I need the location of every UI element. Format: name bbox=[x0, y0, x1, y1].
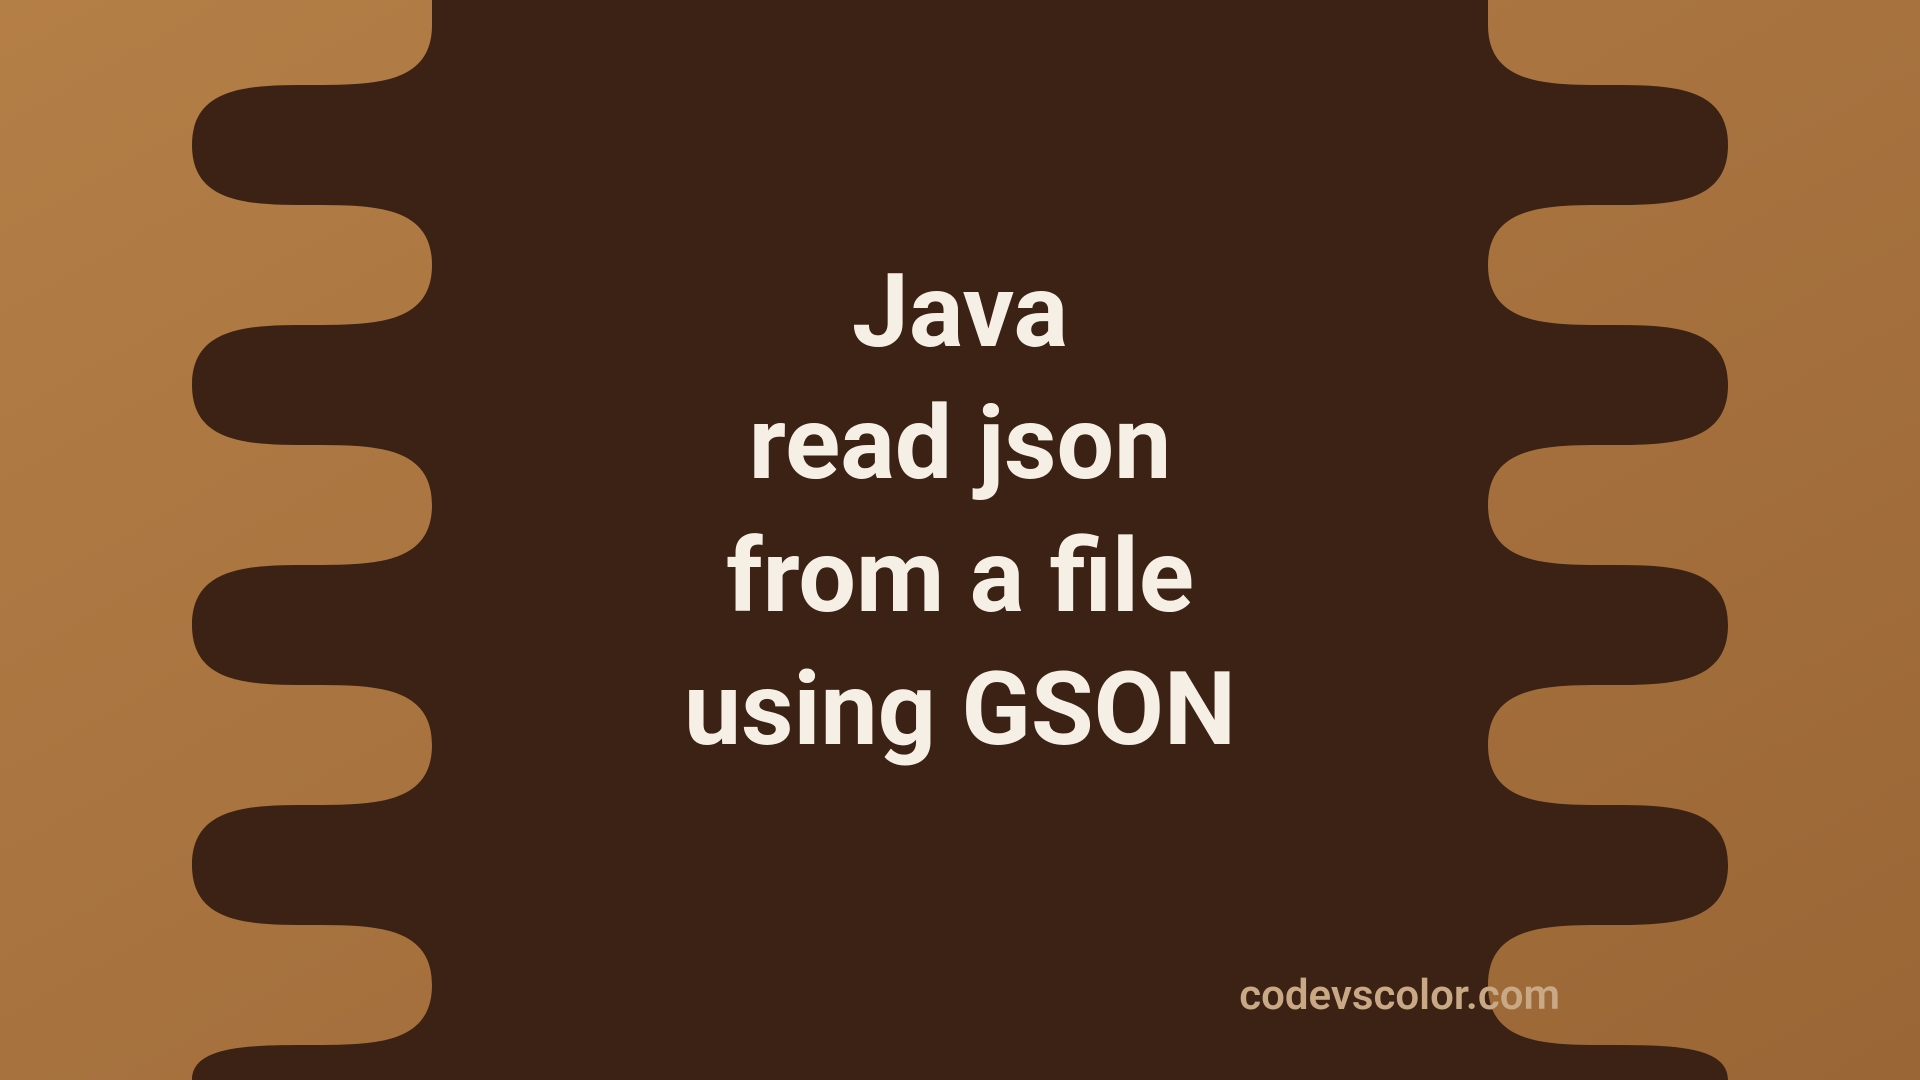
title-line-4: using GSON bbox=[684, 643, 1236, 776]
site-credit: codevscolor.com bbox=[1239, 971, 1560, 1020]
banner-canvas: Java read json from a file using GSON co… bbox=[0, 0, 1920, 1080]
title-line-2: read json bbox=[684, 377, 1236, 510]
title-block: Java read json from a file using GSON bbox=[684, 245, 1236, 775]
title-line-3: from a file bbox=[684, 510, 1236, 643]
title-line-1: Java bbox=[684, 245, 1236, 378]
